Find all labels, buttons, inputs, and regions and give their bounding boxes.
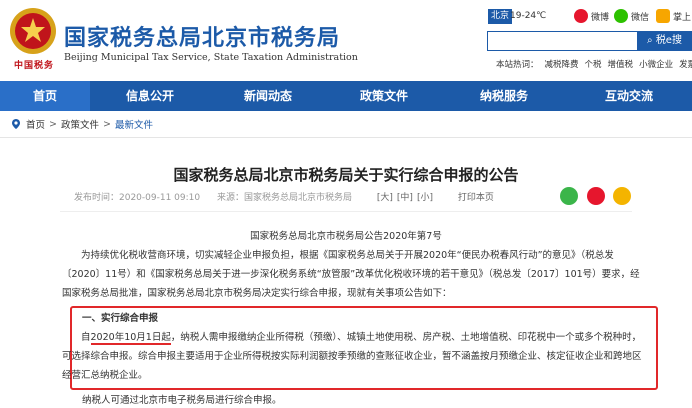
- effective-date: 2020年10月1日起: [90, 332, 171, 345]
- search-input[interactable]: [487, 31, 637, 51]
- search-icon: ⌕: [647, 35, 653, 46]
- mobile-icon: [656, 9, 670, 23]
- weibo-link[interactable]: 微博: [574, 7, 609, 25]
- breadcrumb: 首页 > 政策文件 > 最新文件: [12, 117, 153, 131]
- article-source: 来源：国家税务总局北京市税务局: [216, 193, 352, 203]
- breadcrumb-separator: >: [49, 118, 57, 130]
- article-paragraph-highlighted: 自2020年10月1日起，纳税人需申报缴纳企业所得税（预缴）、城镇土地使用税、房…: [62, 328, 642, 385]
- hotword-link[interactable]: 个税: [585, 60, 602, 70]
- city-badge[interactable]: 北京: [488, 9, 513, 24]
- article-paragraph: 纳税人可通过北京市电子税务局进行综合申报。: [82, 395, 282, 406]
- breadcrumb-home[interactable]: 首页: [26, 117, 45, 131]
- hotwords-label: 本站热词：: [496, 60, 539, 70]
- breadcrumb-latest[interactable]: 最新文件: [115, 117, 153, 131]
- main-nav: 首页 信息公开 新闻动态 政策文件 纳税服务 互动交流: [0, 81, 692, 111]
- font-small-button[interactable]: [小]: [417, 193, 433, 203]
- share-wechat-icon[interactable]: [560, 187, 578, 205]
- breadcrumb-separator: >: [103, 118, 111, 130]
- search-button[interactable]: ⌕ 税e搜: [637, 31, 692, 51]
- nav-tax-service[interactable]: 纳税服务: [442, 81, 566, 111]
- share-weibo-icon[interactable]: [587, 187, 605, 205]
- emblem-caption: 中国税务: [13, 61, 54, 71]
- site-header: 中国税务 国家税务总局北京市税务局 Beijing Municipal Tax …: [0, 0, 692, 80]
- section-heading: 一、实行综合申报: [82, 313, 159, 324]
- nav-home[interactable]: 首页: [0, 81, 90, 111]
- divider: [0, 137, 692, 138]
- location-pin-icon: [12, 119, 20, 129]
- weibo-icon: [574, 9, 588, 23]
- tax-emblem-icon: [10, 8, 56, 54]
- weather-text: 19-24℃: [510, 11, 547, 21]
- nav-info-disclosure[interactable]: 信息公开: [90, 81, 210, 111]
- font-large-button[interactable]: [大]: [377, 193, 393, 203]
- para-prefix: 自: [81, 332, 91, 343]
- article-title: 国家税务总局北京市税务局关于实行综合申报的公告: [173, 166, 519, 184]
- breadcrumb-policy[interactable]: 政策文件: [61, 117, 99, 131]
- hotword-link[interactable]: 增值税: [608, 60, 634, 70]
- wechat-icon: [614, 9, 628, 23]
- font-medium-button[interactable]: [中]: [397, 193, 413, 203]
- hotwords-bar: 本站热词： 减税降费 个税 增值税 小微企业 发票: [496, 58, 692, 70]
- print-button[interactable]: 打印本页: [458, 193, 494, 203]
- font-size-controls: [大] [中] [小]: [375, 193, 435, 203]
- favorite-star-icon[interactable]: [613, 187, 631, 205]
- wechat-link[interactable]: 微信: [614, 7, 649, 25]
- hotword-link[interactable]: 发票: [679, 60, 692, 70]
- document-number: 国家税务总局北京市税务局公告2020年第7号: [250, 231, 442, 242]
- article-paragraph: 为持续优化税收营商环境，切实减轻企业申报负担，根据《国家税务总局关于开展2020…: [62, 250, 640, 299]
- weibo-label: 微博: [591, 12, 610, 23]
- search-button-label: 税e搜: [655, 35, 682, 46]
- nav-interaction[interactable]: 互动交流: [566, 81, 692, 111]
- article-meta: 发布时间：2020-09-11 09:10 来源：国家税务总局北京市税务局 [大…: [74, 190, 494, 203]
- nav-news[interactable]: 新闻动态: [210, 81, 326, 111]
- mobile-link[interactable]: 掌上: [656, 7, 691, 25]
- site-subtitle: Beijing Municipal Tax Service, State Tax…: [64, 52, 358, 63]
- wechat-label: 微信: [631, 12, 650, 23]
- mobile-label: 掌上: [673, 12, 692, 23]
- hotword-link[interactable]: 小微企业: [639, 60, 673, 70]
- site-title[interactable]: 国家税务总局北京市税务局: [64, 20, 340, 52]
- publish-time: 发布时间：2020-09-11 09:10: [74, 193, 201, 203]
- divider: [60, 211, 632, 212]
- hotword-link[interactable]: 减税降费: [545, 60, 579, 70]
- nav-policy[interactable]: 政策文件: [326, 81, 442, 111]
